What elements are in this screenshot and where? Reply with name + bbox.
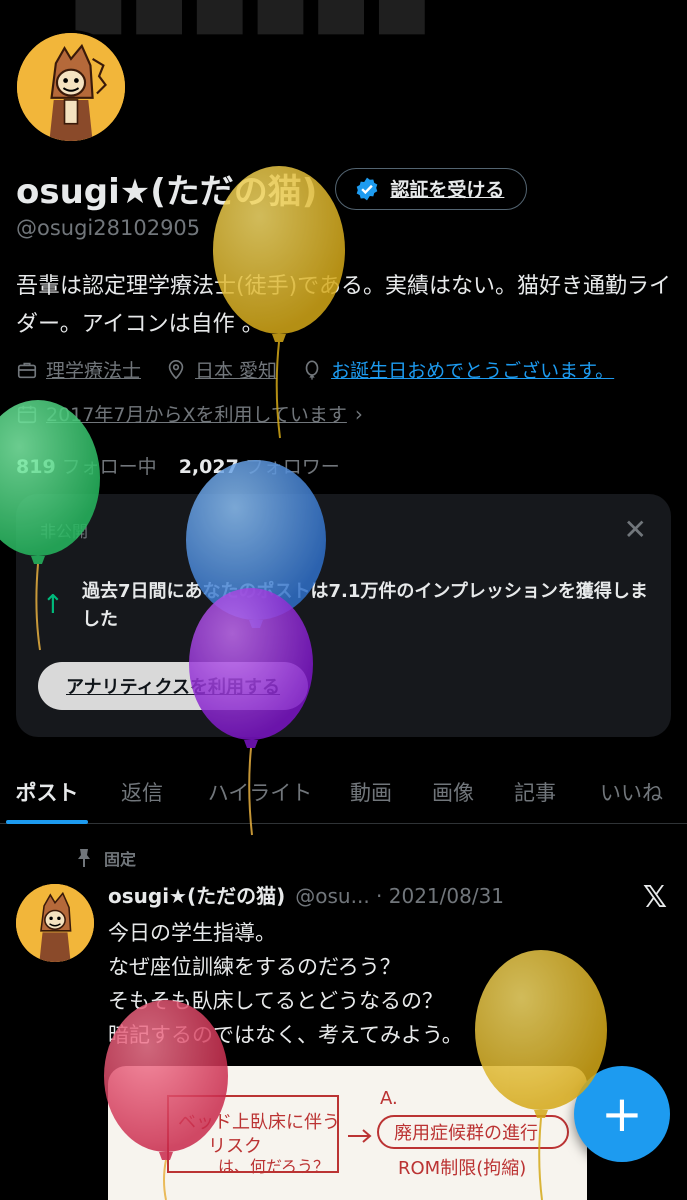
location-pin-icon xyxy=(168,359,184,379)
post-image[interactable]: ベッド上臥床に伴う リスク は、何だろう？ A. 廃用症候群の進行 ROM制限(… xyxy=(108,1066,587,1200)
get-verified-label: 認証を受ける xyxy=(390,179,505,201)
whiteboard-image: ベッド上臥床に伴う リスク は、何だろう？ A. 廃用症候群の進行 ROM制限(… xyxy=(167,1088,569,1179)
image-line: は、何だろう？ xyxy=(218,1157,329,1176)
banner-art: ■■■■■■ xyxy=(70,0,435,42)
tab-likes[interactable]: いいね xyxy=(576,760,687,824)
followers-link[interactable]: 2,027 フォロワー xyxy=(179,452,340,479)
post-author[interactable]: osugi★(ただの猫) xyxy=(108,880,285,909)
x-logo-icon[interactable]: 𝕏 xyxy=(643,880,667,915)
briefcase-icon xyxy=(17,362,37,378)
image-line: A. xyxy=(380,1088,398,1109)
pinned-label: 固定 xyxy=(104,850,137,869)
verified-badge-icon xyxy=(357,177,378,200)
cat-avatar-icon xyxy=(17,33,125,141)
profile-name-row: osugi★(ただの猫) 認証を受ける xyxy=(16,164,528,213)
image-line: ベッド上臥床に伴う xyxy=(178,1112,340,1133)
profile-handle: @osugi28102905 xyxy=(16,216,201,240)
followers-count: 2,027 xyxy=(178,456,239,478)
tab-replies[interactable]: 返信 xyxy=(94,760,190,824)
image-line: 廃用症候群の進行 xyxy=(394,1123,538,1144)
tab-posts[interactable]: ポスト xyxy=(0,760,94,824)
impressions-message: 過去7日間にあなたのポストは7.1万件のインプレッションを獲得しました xyxy=(82,581,648,630)
calendar-icon xyxy=(17,405,37,423)
get-verified-button[interactable]: 認証を受ける xyxy=(335,167,528,210)
profile-tabs: ポスト 返信 ハイライト 動画 画像 記事 いいね xyxy=(0,760,687,824)
profile-avatar[interactable] xyxy=(14,30,128,144)
profile-joined-label: 2017年7月からXを利用しています xyxy=(46,404,347,426)
following-link[interactable]: 819 フォロー中 xyxy=(16,452,157,479)
profile-location-label: 日本 愛知 xyxy=(195,360,278,382)
post-text: 今日の学生指導。 なぜ座位訓練をするのだろう？ そもそも臥床してるとどうなるの？… xyxy=(108,921,463,1047)
pin-icon xyxy=(78,849,90,867)
analytics-button[interactable]: アナリティクスを利用する xyxy=(38,662,309,710)
profile-joined-row[interactable]: 2017年7月からXを利用しています › xyxy=(16,400,387,427)
post-handle-date[interactable]: @osu... · 2021/08/31 xyxy=(295,884,504,908)
pinned-indicator: 固定 xyxy=(76,846,136,870)
post-avatar[interactable] xyxy=(16,884,94,962)
profile-display-name: osugi★(ただの猫) xyxy=(16,172,318,212)
following-count: 819 xyxy=(16,456,56,478)
image-line: ROM制限(拘縮) xyxy=(398,1158,526,1179)
post-header: osugi★(ただの猫) @osu... · 2021/08/31 xyxy=(108,880,504,909)
image-line: リスク xyxy=(208,1136,262,1157)
profile-birthday[interactable]: お誕生日おめでとうございます。 xyxy=(301,356,614,383)
following-label: フォロー中 xyxy=(61,456,157,478)
profile-bio: 吾輩は認定理学療法士(徒手)である。実績はない。猫好き通勤ライダー。アイコンは自… xyxy=(16,274,671,337)
profile-joined[interactable]: 2017年7月からXを利用しています › xyxy=(16,400,363,427)
profile-job[interactable]: 理学療法士 xyxy=(16,356,141,383)
tab-articles[interactable]: 記事 xyxy=(494,760,576,824)
follow-stats: 819 フォロー中 2,027 フォロワー xyxy=(16,452,340,479)
compose-button[interactable]: + xyxy=(574,1066,670,1162)
profile-job-label: 理学療法士 xyxy=(46,360,142,382)
tab-highlights[interactable]: ハイライト xyxy=(190,760,330,824)
balloon-icon xyxy=(305,359,319,380)
profile-meta-row: 理学療法士 日本 愛知 お誕生日おめでとうございます。 xyxy=(16,356,638,383)
tab-videos[interactable]: 動画 xyxy=(330,760,412,824)
chevron-right-icon: › xyxy=(354,401,363,426)
private-label: 非公開 xyxy=(40,522,89,541)
tab-images[interactable]: 画像 xyxy=(412,760,494,824)
followers-label: フォロワー xyxy=(244,456,340,478)
cat-avatar-icon xyxy=(16,884,94,962)
arrow-up-icon: ↑ xyxy=(42,590,64,620)
profile-location[interactable]: 日本 愛知 xyxy=(165,356,277,383)
private-analytics-card: 非公開 ✕ ↑ 過去7日間にあなたのポストは7.1万件のインプレッションを獲得し… xyxy=(16,494,671,737)
close-icon[interactable]: ✕ xyxy=(624,516,647,544)
profile-birthday-label: お誕生日おめでとうございます。 xyxy=(331,360,615,382)
